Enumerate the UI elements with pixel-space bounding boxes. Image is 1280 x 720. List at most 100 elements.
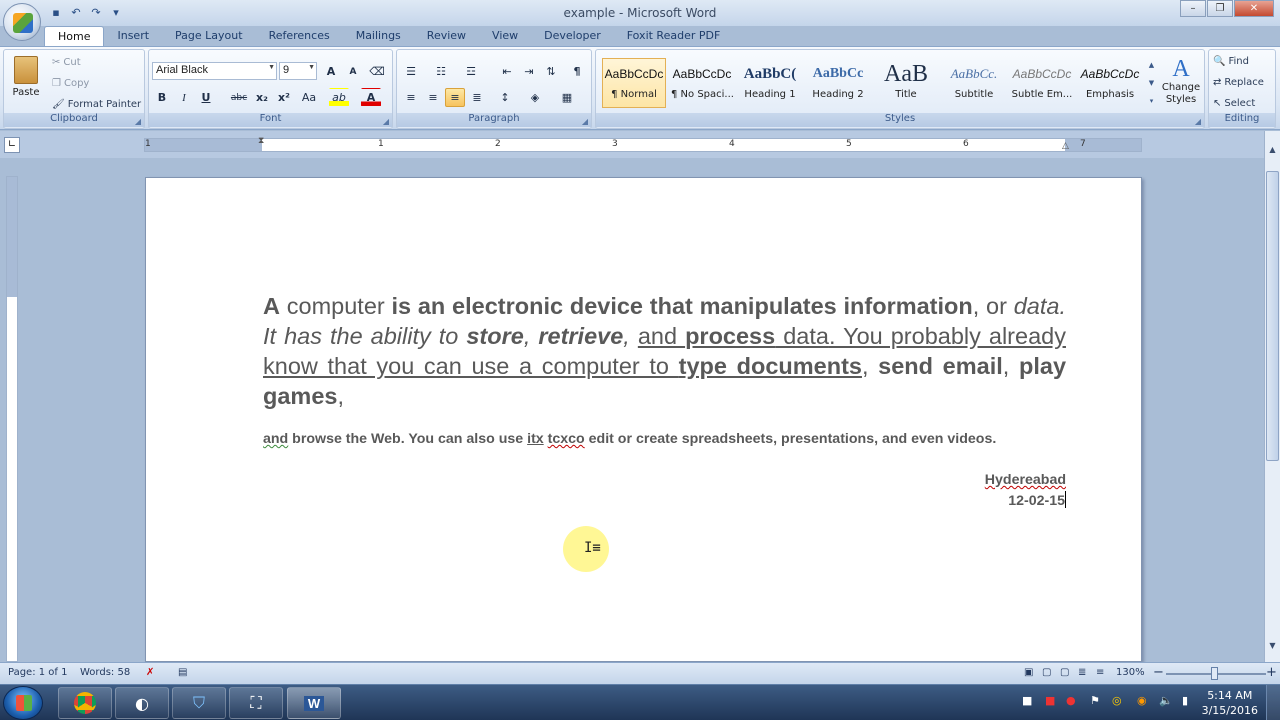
- borders-icon[interactable]: ▦: [557, 88, 577, 107]
- style-heading-1[interactable]: AaBbC(Heading 1: [738, 58, 802, 108]
- tray-app3-icon[interactable]: ◉: [1137, 694, 1147, 707]
- view-web-layout-icon[interactable]: ▢: [1060, 667, 1069, 678]
- tray-record-icon[interactable]: ■: [1045, 694, 1055, 707]
- tab-selector-icon[interactable]: ∟: [4, 137, 20, 153]
- align-left-icon[interactable]: ≡: [401, 88, 421, 107]
- horizontal-ruler[interactable]: 1 1 2 3 4 5 6 7 ⧗ △: [144, 136, 1142, 152]
- replace-button[interactable]: ⇄ Replace: [1213, 77, 1264, 88]
- highlight-button[interactable]: ab: [329, 88, 349, 107]
- macro-record-icon[interactable]: ▤: [178, 667, 187, 678]
- tab-foxit-reader-pdf[interactable]: Foxit Reader PDF: [614, 26, 734, 46]
- cut-button[interactable]: ✂ Cut: [52, 57, 81, 68]
- word-count[interactable]: Words: 58: [80, 667, 130, 678]
- taskbar-word[interactable]: W: [287, 687, 341, 719]
- dialog-launcher-icon[interactable]: ◢: [582, 117, 588, 126]
- taskbar-screen-capture[interactable]: ⛶: [229, 687, 283, 719]
- find-button[interactable]: 🔍 Find: [1213, 56, 1249, 67]
- tray-stop-icon[interactable]: ■: [1022, 694, 1032, 707]
- view-outline-icon[interactable]: ≣: [1078, 667, 1086, 678]
- vertical-scrollbar[interactable]: ▲ ▼: [1264, 131, 1280, 662]
- subscript-button[interactable]: x₂: [252, 88, 272, 107]
- show-formatting-icon[interactable]: ¶: [567, 62, 587, 81]
- office-button[interactable]: [3, 3, 41, 41]
- italic-button[interactable]: I: [174, 88, 194, 107]
- view-print-layout-icon[interactable]: ▣: [1024, 667, 1033, 678]
- chevron-down-icon[interactable]: ▼: [1149, 79, 1154, 87]
- chevron-up-icon[interactable]: ▲: [1149, 61, 1154, 69]
- scroll-thumb[interactable]: [1266, 171, 1279, 461]
- document-page[interactable]: A computer is an electronic device that …: [145, 177, 1142, 662]
- font-size-combo[interactable]: 9 ▼: [279, 62, 317, 80]
- zoom-in-button[interactable]: +: [1266, 665, 1277, 680]
- strikethrough-button[interactable]: abc: [229, 88, 249, 107]
- indent-marker-icon[interactable]: ⧗: [258, 136, 264, 146]
- copy-button[interactable]: ❐ Copy: [52, 78, 89, 89]
- styles-scroll[interactable]: ▲ ▼ ▾: [1146, 56, 1157, 112]
- decrease-indent-icon[interactable]: ⇤: [497, 62, 517, 81]
- close-button[interactable]: ✕: [1234, 0, 1274, 17]
- numbering-icon[interactable]: ☷: [431, 62, 451, 81]
- scroll-up-icon[interactable]: ▲: [1266, 145, 1279, 159]
- scroll-down-icon[interactable]: ▼: [1266, 641, 1279, 655]
- tab-insert[interactable]: Insert: [104, 26, 162, 46]
- tab-home[interactable]: Home: [44, 26, 105, 46]
- style-heading-2[interactable]: AaBbCc Heading 2: [806, 58, 870, 108]
- more-icon[interactable]: ▾: [1150, 97, 1154, 105]
- grow-font-button[interactable]: A: [321, 62, 341, 81]
- zoom-level[interactable]: 130%: [1116, 667, 1145, 678]
- proofing-icon[interactable]: ✗: [146, 667, 154, 678]
- tab-page-layout[interactable]: Page Layout: [162, 26, 256, 46]
- view-draft-icon[interactable]: ≡: [1096, 667, 1104, 678]
- view-full-screen-icon[interactable]: ▢: [1042, 667, 1051, 678]
- style-title[interactable]: AaB Title: [874, 58, 938, 108]
- taskbar-chrome[interactable]: [58, 687, 112, 719]
- taskbar-media-player[interactable]: ◐: [115, 687, 169, 719]
- style-subtle-emphasis[interactable]: AaBbCcDc Subtle Em...: [1010, 58, 1074, 108]
- tab-review[interactable]: Review: [414, 26, 479, 46]
- tray-app-icon[interactable]: ●: [1066, 694, 1076, 707]
- right-aligned-block[interactable]: Hydereabad 12-02-15: [263, 470, 1066, 512]
- tab-mailings[interactable]: Mailings: [343, 26, 414, 46]
- format-painter-button[interactable]: 🖌 Format Painter: [52, 99, 141, 110]
- tray-volume-icon[interactable]: 🔈: [1159, 694, 1173, 707]
- zoom-slider-thumb[interactable]: [1211, 667, 1218, 680]
- dialog-launcher-icon[interactable]: ◢: [1195, 117, 1201, 126]
- paragraph-1[interactable]: A computer is an electronic device that …: [263, 291, 1066, 411]
- tab-references[interactable]: References: [256, 26, 343, 46]
- restore-button[interactable]: ❐: [1207, 0, 1233, 17]
- dialog-launcher-icon[interactable]: ◢: [383, 117, 389, 126]
- change-case-button[interactable]: Aa: [297, 88, 321, 107]
- dialog-launcher-icon[interactable]: ◢: [135, 117, 141, 126]
- vertical-ruler[interactable]: [6, 176, 18, 662]
- style-emphasis[interactable]: AaBbCcDc Emphasis: [1078, 58, 1142, 108]
- start-button[interactable]: [3, 686, 43, 720]
- bullets-icon[interactable]: ☰: [401, 62, 421, 81]
- page-count[interactable]: Page: 1 of 1: [8, 667, 67, 678]
- style-normal[interactable]: AaBbCcDc ¶ Normal: [602, 58, 666, 108]
- document-body[interactable]: A computer is an electronic device that …: [263, 291, 1066, 512]
- change-styles-button[interactable]: A Change Styles: [1159, 56, 1203, 112]
- paste-button[interactable]: Paste: [9, 54, 43, 110]
- bold-button[interactable]: B: [152, 88, 172, 107]
- line-spacing-icon[interactable]: ↕: [495, 88, 515, 107]
- align-right-icon[interactable]: ≡: [445, 88, 465, 107]
- tray-battery-icon[interactable]: ▮: [1182, 694, 1188, 707]
- zoom-out-button[interactable]: −: [1153, 665, 1164, 680]
- taskbar-app-3[interactable]: ⛉: [172, 687, 226, 719]
- multilevel-list-icon[interactable]: ☲: [461, 62, 481, 81]
- tray-app2-icon[interactable]: ◎: [1112, 694, 1122, 707]
- style-subtitle[interactable]: AaBbCc. Subtitle: [942, 58, 1006, 108]
- tab-developer[interactable]: Developer: [531, 26, 614, 46]
- sort-icon[interactable]: ⇅: [541, 62, 561, 81]
- justify-icon[interactable]: ≣: [467, 88, 487, 107]
- paragraph-2[interactable]: and browse the Web. You can also use itx…: [263, 429, 1066, 450]
- right-indent-marker-icon[interactable]: △: [1062, 141, 1069, 151]
- increase-indent-icon[interactable]: ⇥: [519, 62, 539, 81]
- font-color-button[interactable]: A: [361, 88, 381, 107]
- minimize-button[interactable]: –: [1180, 0, 1206, 17]
- shading-icon[interactable]: ◈: [525, 88, 545, 107]
- shrink-font-button[interactable]: A: [343, 62, 363, 81]
- clear-formatting-icon[interactable]: ⌫: [367, 62, 387, 81]
- font-name-combo[interactable]: Arial Black ▼: [152, 62, 277, 80]
- show-desktop-button[interactable]: [1266, 685, 1280, 720]
